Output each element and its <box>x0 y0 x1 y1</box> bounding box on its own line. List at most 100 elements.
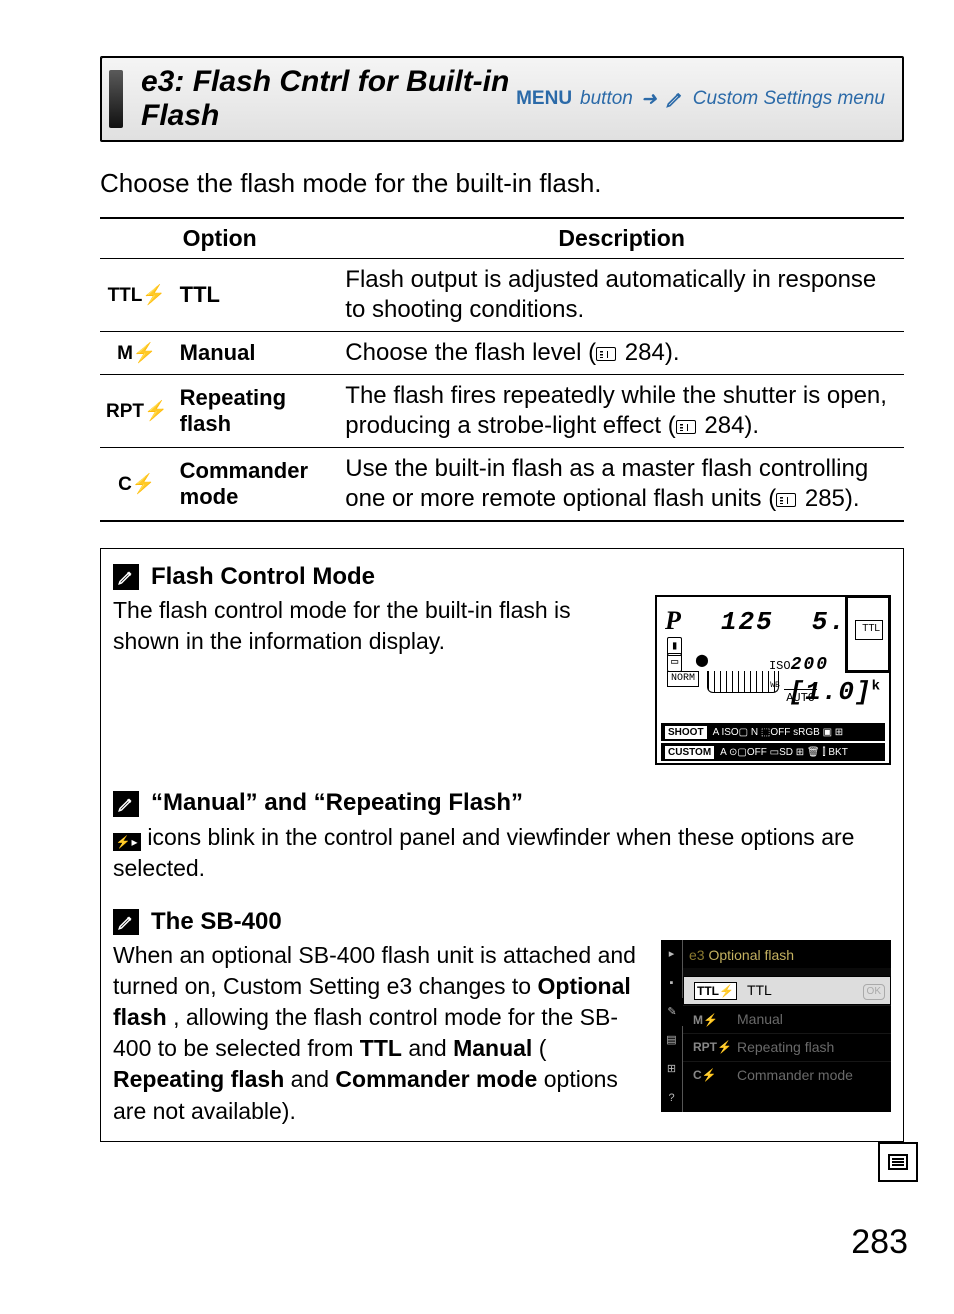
page-ref-icon <box>776 493 796 507</box>
menu-item-icon: M⚡ <box>693 1012 727 1028</box>
t-bold: TTL <box>360 1035 402 1061</box>
arrow-icon: ➜ <box>641 88 657 111</box>
table-row: C⚡Commander modeUse the built-in flash a… <box>100 448 904 522</box>
menu-sep <box>683 968 891 976</box>
option-icon: C⚡ <box>100 448 174 522</box>
option-name: Commander mode <box>174 448 340 522</box>
option-name: TTL <box>174 259 340 332</box>
menu-item: C⚡ Commander mode <box>683 1061 891 1089</box>
page-ref-icon <box>676 420 696 434</box>
lcd-mode: P <box>665 603 683 638</box>
lcd-frames: [1.0]k <box>789 675 881 710</box>
note-title: The SB-400 <box>151 906 282 938</box>
note-body: When an optional SB-400 flash unit is at… <box>113 940 641 1126</box>
ok-badge: OK <box>863 984 885 1000</box>
menu-item-icon: TTL⚡ <box>694 982 737 1000</box>
t: and <box>291 1066 336 1092</box>
lcd-bar-shoot: SHOOT A ISO▢ N ⬚OFF sRGB ▣ ⊞ <box>661 723 885 741</box>
lcd-meter <box>707 671 779 693</box>
camera-menu-graphic: ▸ ▪ ✎ ▤ ⊞ ? e3 Optional flash TTL⚡TTLM⚡M… <box>661 940 891 1112</box>
menu-item-label: Manual <box>737 1010 783 1029</box>
info-display-graphic: P 125 5.6 ▮ ▭⬤ ISO200 NORM AUTO [1.0]k S… <box>655 595 891 765</box>
lcd-bar-custom-rest: A ⊙▢OFF ▭SD ⊞ 🗑 ⫿ BKT <box>720 746 848 760</box>
menu-item-icon: RPT⚡ <box>693 1039 727 1055</box>
menu-item: RPT⚡ Repeating flash <box>683 1033 891 1061</box>
menu-item: M⚡ Manual <box>683 1005 891 1033</box>
option-desc: Use the built-in flash as a master flash… <box>339 448 904 522</box>
t: ( <box>539 1035 547 1061</box>
lcd-shutter: 125 <box>721 605 774 640</box>
menu-list: TTL⚡ TTL M⚡ Manual RPT⚡ Repeating flash C⚡ Comm… <box>683 976 891 1089</box>
menu-tabs: ▸ ▪ ✎ ▤ ⊞ ? <box>661 940 683 1112</box>
page-ref-icon <box>596 347 616 361</box>
menu-item-label: Commander mode <box>737 1066 853 1085</box>
option-icon: M⚡ <box>100 332 174 375</box>
intro-text: Choose the flash mode for the built-in f… <box>100 168 904 199</box>
note-flash-control-mode: Flash Control Mode The flash control mod… <box>113 561 891 765</box>
option-name: Repeating flash <box>174 375 340 448</box>
ttl-callout <box>845 595 891 673</box>
t: and <box>408 1035 453 1061</box>
lcd-bar-custom-tag: CUSTOM <box>665 746 714 760</box>
lcd-bar-custom: CUSTOM A ⊙▢OFF ▭SD ⊞ 🗑 ⫿ BKT <box>661 743 885 761</box>
tab-icon: ⊞ <box>661 1055 683 1084</box>
menu-title: e3 Optional flash <box>689 946 794 965</box>
lcd-frames-num: 1.0 <box>805 677 855 707</box>
note-sb400: The SB-400 When an optional SB-400 flash… <box>113 906 891 1127</box>
menu-item-icon: C⚡ <box>693 1067 727 1083</box>
table-row: RPT⚡Repeating flashThe flash fires repea… <box>100 375 904 448</box>
col-option: Option <box>100 218 339 259</box>
note-body: The flash control mode for the built-in … <box>113 595 635 657</box>
t-bold: Repeating flash <box>113 1066 284 1092</box>
lcd-iso-value: 200 <box>791 655 829 675</box>
lcd-frames-suffix: k <box>872 679 881 695</box>
tab-icon: ▪ <box>661 969 683 998</box>
col-description: Description <box>339 218 904 259</box>
note-body: ⚡▸ icons blink in the control panel and … <box>113 822 891 884</box>
t-bold: Commander mode <box>335 1066 537 1092</box>
flash-indicator-icon: ⚡▸ <box>113 833 141 851</box>
option-desc: Choose the flash level ( 284). <box>339 332 904 375</box>
menu-path-dest: Custom Settings menu <box>693 88 885 110</box>
menu-path-button: button <box>580 88 633 110</box>
lcd-card-icon: ▭ <box>667 653 682 671</box>
table-row: M⚡ManualChoose the flash level ( 284). <box>100 332 904 375</box>
note-title: Flash Control Mode <box>151 561 375 593</box>
lcd-dot-icon: ⬤ <box>692 653 711 671</box>
lcd-norm: NORM <box>667 671 699 687</box>
options-table: Option Description TTL⚡TTLFlash output i… <box>100 217 904 522</box>
menu-title-pre: e3 <box>689 947 705 963</box>
thumb-index-icon <box>878 1142 918 1182</box>
menu-item-label: Repeating flash <box>737 1038 834 1057</box>
note-manual-repeating: “Manual” and “Repeating Flash” ⚡▸ icons … <box>113 787 891 883</box>
menu-path: MENU button ➜ Custom Settings menu <box>516 88 885 111</box>
tab-icon: ✎ <box>661 998 683 1027</box>
option-desc: The flash fires repeatedly while the shu… <box>339 375 904 448</box>
menu-word: MENU <box>516 88 572 110</box>
section-header: e3: Flash Cntrl for Built-in Flash MENU … <box>100 56 904 142</box>
t-bold: Manual <box>453 1035 532 1061</box>
option-icon: RPT⚡ <box>100 375 174 448</box>
menu-item: TTL⚡ TTL <box>683 976 891 1005</box>
tab-icon: ? <box>661 1084 683 1113</box>
notes-box: Flash Control Mode The flash control mod… <box>100 548 904 1142</box>
table-row: TTL⚡TTLFlash output is adjusted automati… <box>100 259 904 332</box>
lcd-bar-shoot-rest: A ISO▢ N ⬚OFF sRGB ▣ ⊞ <box>713 726 844 740</box>
pencil-icon <box>113 791 139 817</box>
option-icon: TTL⚡ <box>100 259 174 332</box>
tab-icon: ▸ <box>661 940 683 969</box>
menu-title-text: Optional flash <box>708 947 794 963</box>
pencil-icon <box>665 89 685 109</box>
note-body-text: icons blink in the control panel and vie… <box>113 824 854 881</box>
option-name: Manual <box>174 332 340 375</box>
page: e3: Flash Cntrl for Built-in Flash MENU … <box>0 0 954 1314</box>
option-desc: Flash output is adjusted automatically i… <box>339 259 904 332</box>
lcd-bar-shoot-tag: SHOOT <box>665 726 707 740</box>
menu-item-label: TTL <box>747 981 772 1000</box>
pencil-icon <box>113 909 139 935</box>
page-number: 283 <box>851 1223 908 1262</box>
tab-icon: ▤ <box>661 1026 683 1055</box>
note-title: “Manual” and “Repeating Flash” <box>151 787 523 819</box>
pencil-icon <box>113 564 139 590</box>
section-title: e3: Flash Cntrl for Built-in Flash <box>141 65 516 133</box>
